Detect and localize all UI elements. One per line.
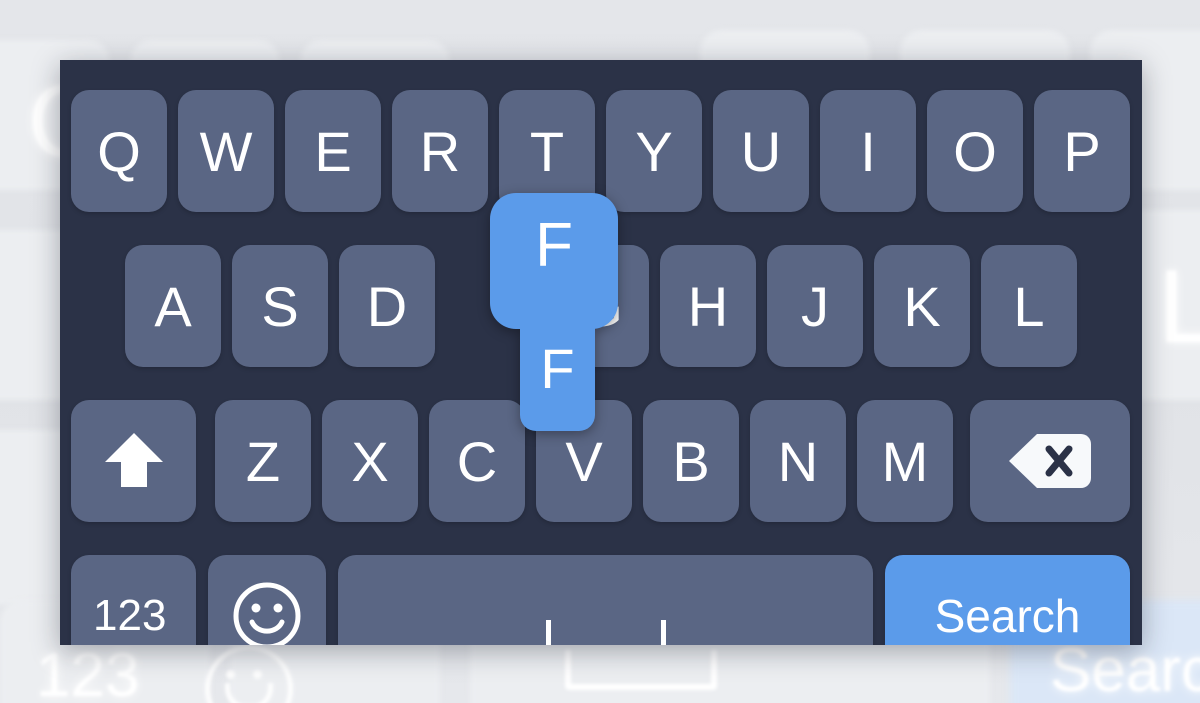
keyboard-panel: Q W E R T Y U I O P A S D F G H J K L Z … [60,60,1142,645]
key-k[interactable]: K [874,245,970,367]
key-m[interactable]: M [857,400,953,522]
spacebar-glyph-icon [545,620,666,645]
bg-spacebar-glyph-icon [565,650,717,690]
key-p[interactable]: P [1034,90,1130,212]
key-y[interactable]: Y [606,90,702,212]
key-o[interactable]: O [927,90,1023,212]
key-s[interactable]: S [232,245,328,367]
bg-glyph-l: L [1158,249,1200,365]
key-numeric-mode[interactable]: 123 [71,555,196,645]
backspace-icon [1009,434,1091,488]
key-n[interactable]: N [750,400,846,522]
key-q[interactable]: Q [71,90,167,212]
key-d[interactable]: D [339,245,435,367]
key-r[interactable]: R [392,90,488,212]
key-l[interactable]: L [981,245,1077,367]
key-g[interactable]: G [553,245,649,367]
key-search[interactable]: Search [885,555,1130,645]
key-i[interactable]: I [820,90,916,212]
smiley-icon [233,582,301,645]
key-w[interactable]: W [178,90,274,212]
key-j[interactable]: J [767,245,863,367]
key-t[interactable]: T [499,90,595,212]
key-c[interactable]: C [429,400,525,522]
key-u[interactable]: U [713,90,809,212]
key-space[interactable] [338,555,873,645]
shift-arrow-icon [104,433,163,487]
key-shift[interactable] [71,400,196,522]
key-z[interactable]: Z [215,400,311,522]
key-b[interactable]: B [643,400,739,522]
key-a[interactable]: A [125,245,221,367]
key-emoji[interactable] [208,555,326,645]
key-x[interactable]: X [322,400,418,522]
key-backspace[interactable] [970,400,1130,522]
key-h[interactable]: H [660,245,756,367]
bg-glyph-123: 123 [36,641,140,703]
bg-glyph-search: Search [1050,636,1200,703]
key-e[interactable]: E [285,90,381,212]
key-v[interactable]: V [536,400,632,522]
